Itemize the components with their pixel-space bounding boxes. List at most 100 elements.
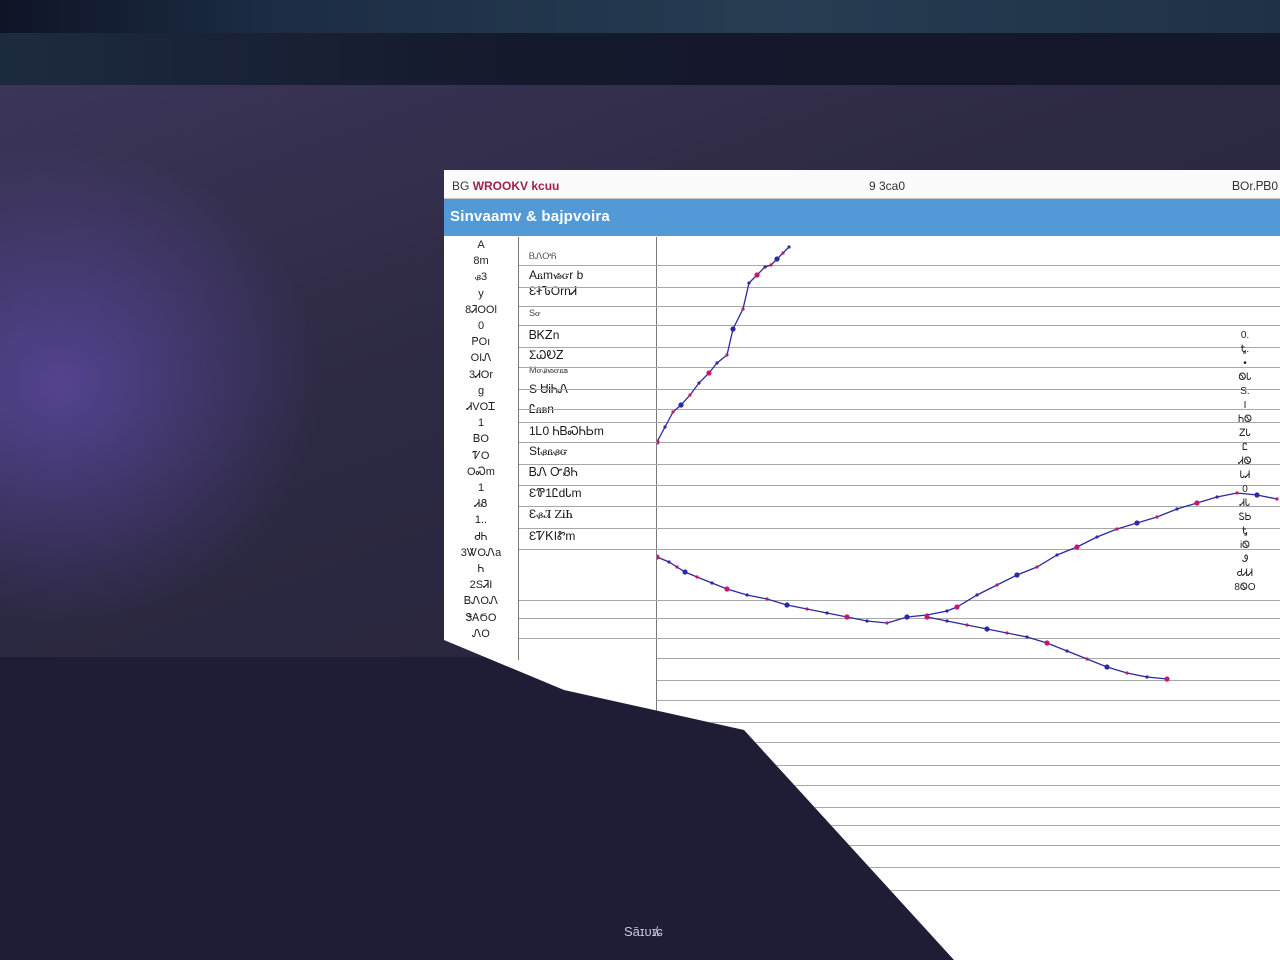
data-point (657, 554, 660, 560)
data-point (697, 381, 701, 385)
data-point (1115, 527, 1119, 531)
title-bar[interactable]: ΒG WROOKV kcuu 9 3ca0 ᏴOr.ᏢᏴ0 (444, 170, 1280, 199)
window-title: ΒG WROOKV kcuu (452, 179, 559, 193)
axis-tick-label: ᏤO (472, 449, 490, 462)
data-point (1164, 676, 1170, 682)
row-label: Stᏸᏺᏸᏻ (529, 444, 568, 458)
axis-tick-label: ᏴO (473, 433, 489, 446)
data-point (724, 586, 730, 592)
axis-tick-label: OIᏁ (470, 352, 492, 365)
data-point (678, 402, 684, 408)
right-axis-tick: ᏫᏓ (1238, 372, 1252, 383)
axis-tick-label: 1 (477, 482, 485, 494)
data-point (1275, 497, 1279, 501)
right-axis-tick: ᏂᏫ (1238, 414, 1252, 425)
data-point (730, 326, 736, 332)
data-point (725, 353, 729, 357)
right-axis-tick: 8ᏫO (1234, 582, 1256, 593)
data-point (657, 439, 660, 445)
row-label: ƐᏈ1ᏝdᏓm (529, 486, 582, 500)
axis-tick-label: ᏢOı (471, 336, 491, 349)
data-point (663, 425, 667, 429)
title-right-info: ᏴOr.ᏢᏴ0 (1232, 179, 1278, 193)
data-point (1134, 520, 1140, 526)
right-axis-tick: ᏗᏫ (1238, 456, 1252, 467)
data-point (1085, 657, 1089, 661)
right-axis-tick: ᏧᏗᏗ (1237, 568, 1253, 579)
axis-tick-label: 2SᏘI (469, 579, 493, 592)
axis-tick-label: A (477, 239, 485, 251)
data-point (710, 581, 714, 585)
axis-tick-label: ᏗVOᏆ (466, 401, 496, 413)
data-point (688, 393, 692, 397)
title-accent: WROOKV kcuu (472, 179, 560, 193)
title-center-info: 9 3ca0 (869, 179, 906, 193)
axis-tick-label: ᏧᏂ (474, 530, 488, 543)
data-point (1095, 535, 1099, 539)
axis-tick-label: g (477, 384, 485, 397)
right-axis-tick: • (1243, 358, 1247, 369)
data-point (695, 575, 699, 579)
right-axis-tick: Ꮽ (1241, 554, 1249, 565)
row-label: Aᏺmᏹᏻr b (529, 268, 584, 282)
status-text: Sāɪᴜɪ̸ɕ (624, 924, 663, 939)
data-point (682, 569, 688, 575)
data-point (1215, 495, 1219, 499)
axis-tick-label: ᏴᏁOᏁ (463, 595, 499, 608)
right-axis-tick: ᏓᏗ (1239, 470, 1251, 481)
axis-tick-label: Ꮒ (477, 563, 485, 575)
data-point (904, 614, 910, 620)
data-point (965, 623, 969, 627)
data-point (885, 621, 889, 625)
data-point (706, 370, 712, 376)
data-point (1005, 631, 1009, 635)
data-point (1175, 507, 1179, 511)
panel-header: Sinvaamv & bajpvoira (444, 199, 1280, 236)
right-axis-tick: Ꮏ. (1240, 344, 1250, 355)
right-axis-tick: I (1243, 400, 1247, 411)
right-axis-tick: Ꮏ (1242, 526, 1248, 537)
data-point (844, 614, 850, 620)
data-point (774, 256, 780, 262)
data-point (945, 609, 949, 613)
row-label: ᏴᏦᏃn (529, 328, 560, 342)
data-point (924, 614, 930, 620)
right-axis-tick: S. (1240, 386, 1250, 397)
data-point (995, 583, 999, 587)
axis-tick-label: ᏁO (472, 627, 490, 640)
data-point (1074, 544, 1080, 550)
row-label: 1Ꮮ0 ᏂᏴᏍᏂᏏm (529, 424, 604, 438)
data-point (1044, 640, 1050, 646)
data-point (805, 607, 809, 611)
data-point (787, 245, 791, 249)
data-point (741, 307, 745, 311)
right-axis-tick: Ꮭ (1242, 442, 1248, 453)
data-point (1125, 671, 1129, 675)
panel-title: Sinvaamv & bajpvoira (450, 208, 610, 225)
row-label: ƐᏤᏦIᏑm (529, 529, 576, 543)
axis-tick-label: 1 (477, 417, 485, 430)
right-axis-tick: ᏗᏓ (1239, 498, 1251, 509)
data-point (784, 602, 790, 608)
data-point (1035, 565, 1039, 569)
data-point (975, 593, 979, 597)
data-point (769, 263, 773, 267)
title-prefix: ΒG (452, 179, 470, 193)
data-point (954, 604, 960, 610)
data-point (945, 619, 949, 623)
right-axis-tick: ᎥᏫ (1240, 540, 1250, 551)
data-point (1025, 635, 1029, 639)
data-point (1155, 515, 1159, 519)
top-band (0, 0, 1280, 33)
data-point (1194, 500, 1200, 506)
series-line (926, 616, 1168, 680)
data-point (747, 281, 751, 285)
data-point (781, 251, 785, 255)
data-point (865, 619, 869, 623)
axis-tick-label: ᏕᎪϬO (465, 611, 497, 624)
row-label: Sᏻ (529, 308, 541, 318)
axis-tick-label: 8m (473, 255, 489, 268)
right-axis-tick: ᏃᏓ (1239, 428, 1251, 439)
row-label: ƐᏸᏘ ᏃᎥᏂ (529, 507, 573, 521)
left-axis: A 8m ᏸ3 y 8ᏘOOl 0 ᏢOı OIᏁ 3ᏗOr g ᏗVOᏆ 1 ᏴO ᏤO OᏍm 1 ᏗᏰ 1.… (444, 237, 519, 660)
